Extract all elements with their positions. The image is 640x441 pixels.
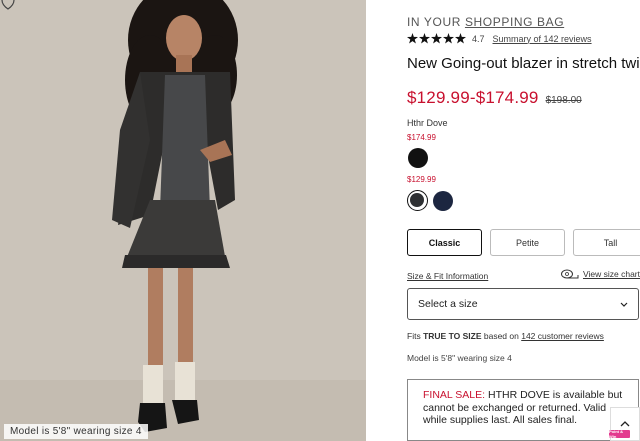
rating-value: 4.7: [472, 33, 485, 44]
size-fit-info-link[interactable]: Size & Fit Information: [407, 271, 488, 281]
final-sale-label: FINAL SALE:: [423, 389, 486, 401]
tab-tall[interactable]: Tall: [573, 229, 640, 256]
fit-tabs: Classic Petite Tall: [407, 229, 640, 256]
final-sale-notice: FINAL SALE: HTHR DOVE is available but c…: [407, 379, 639, 441]
reviews-summary-link[interactable]: Summary of 142 reviews: [493, 34, 592, 44]
swatch-group-price: $129.99: [407, 175, 436, 184]
star-icon: [407, 33, 418, 44]
price-row: $129.99-$174.99 $198.00: [407, 88, 582, 108]
swatch-group-price: $174.99: [407, 133, 436, 142]
rating-summary: 4.7 Summary of 142 reviews: [407, 33, 592, 44]
color-swatch-black[interactable]: [408, 148, 428, 168]
photo-caption: Model is 5'8" wearing size 4: [4, 424, 148, 439]
fits-middle: based on: [483, 331, 519, 341]
model-illustration: [0, 0, 366, 441]
in-bag-prefix: IN YOUR: [407, 15, 461, 29]
chevron-up-icon: [620, 421, 630, 427]
view-size-chart-label: View size chart: [582, 269, 640, 279]
fit-rating-line: Fits TRUE TO SIZE based on 142 customer …: [407, 331, 604, 341]
selected-color-name: Hthr Dove: [407, 118, 448, 128]
customer-reviews-link[interactable]: 142 customer reviews: [521, 331, 604, 341]
product-title: New Going-out blazer in stretch twill: [407, 55, 640, 72]
promo-badge[interactable]: Point & Win: [609, 429, 630, 439]
tab-classic[interactable]: Classic: [407, 229, 482, 256]
star-rating: [407, 33, 467, 44]
product-details-panel: IN YOUR SHOPPING BAG 4.7 Summary of 142 …: [366, 0, 640, 441]
in-bag-notice: IN YOUR SHOPPING BAG: [407, 15, 564, 29]
size-select[interactable]: Select a size: [407, 288, 639, 320]
sale-price-range: $129.99-$174.99: [407, 88, 539, 107]
model-size-info: Model is 5'8" wearing size 4: [407, 353, 512, 363]
star-icon: [443, 33, 454, 44]
chevron-down-icon: [620, 302, 628, 307]
fits-prefix: Fits: [407, 331, 421, 341]
tape-measure-icon: [560, 269, 579, 279]
star-icon: [419, 33, 430, 44]
shopping-bag-link[interactable]: SHOPPING BAG: [465, 15, 564, 29]
tab-petite[interactable]: Petite: [490, 229, 565, 256]
view-size-chart[interactable]: View size chart: [560, 269, 640, 279]
heart-icon[interactable]: [0, 0, 16, 10]
true-to-size-label: TRUE TO SIZE: [423, 331, 482, 341]
color-swatch-navy[interactable]: [433, 191, 453, 211]
color-swatch-hthr-dove[interactable]: [407, 190, 428, 211]
swatch-fill: [410, 193, 424, 207]
star-icon: [431, 33, 442, 44]
size-select-placeholder: Select a size: [418, 298, 478, 310]
original-price: $198.00: [545, 95, 582, 106]
product-photo[interactable]: Model is 5'8" wearing size 4: [0, 0, 366, 441]
star-icon: [455, 33, 466, 44]
